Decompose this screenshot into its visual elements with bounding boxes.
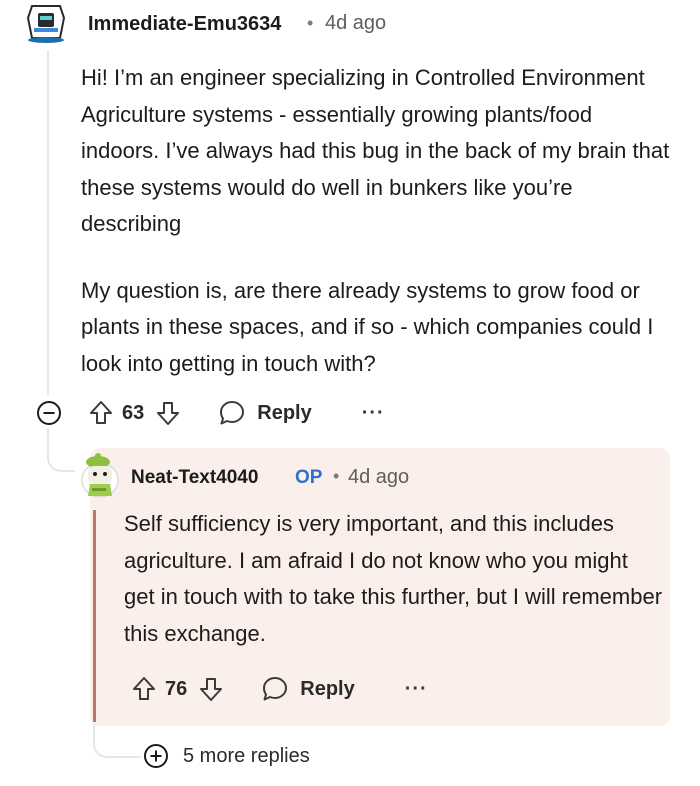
reply-button[interactable]: Reply <box>218 399 312 427</box>
more-options-button[interactable]: ··· <box>362 402 385 425</box>
reply-actions: 76 Reply ··· <box>132 674 428 704</box>
speech-bubble-icon <box>220 401 245 425</box>
reply-author[interactable]: Neat-Text4040 <box>131 467 258 489</box>
comment-body: Hi! I’m an engineer specializing in Cont… <box>81 60 671 412</box>
avatar[interactable] <box>78 452 122 502</box>
reply-label: Reply <box>300 677 355 700</box>
downvote-button[interactable] <box>156 400 180 426</box>
downvote-arrow-icon <box>157 402 180 425</box>
more-replies-button[interactable]: 5 more replies <box>143 741 310 771</box>
vote-count: 76 <box>165 677 188 700</box>
upvote-arrow-icon <box>133 677 155 700</box>
vote-count: 63 <box>122 401 145 424</box>
thread-line-branch-curve <box>47 440 75 472</box>
downvote-button[interactable] <box>199 676 223 702</box>
comment-paragraph: Hi! I’m an engineer specializing in Cont… <box>81 65 670 236</box>
reply-timestamp: 4d ago <box>348 466 410 488</box>
speech-bubble-icon <box>263 677 288 701</box>
upvote-button[interactable] <box>132 676 156 702</box>
op-badge: OP <box>295 467 323 488</box>
plus-circle-icon <box>144 744 168 768</box>
more-options-button[interactable]: ··· <box>405 678 428 701</box>
minus-circle-icon <box>37 401 61 425</box>
upvote-button[interactable] <box>89 400 113 426</box>
downvote-arrow-icon <box>200 678 223 701</box>
thread-line-more-curve <box>93 722 141 758</box>
more-replies-label: 5 more replies <box>183 744 310 767</box>
op-reply-accent-bar <box>93 510 96 722</box>
meta-separator: • <box>307 13 314 33</box>
reply-button[interactable]: Reply <box>261 675 355 703</box>
upvote-arrow-icon <box>90 401 112 424</box>
comment-paragraph: My question is, are there already system… <box>81 277 654 376</box>
comment-timestamp: 4d ago <box>325 12 387 34</box>
thread-line-main <box>47 50 49 395</box>
comment-actions: 63 Reply ··· <box>89 398 385 428</box>
avatar[interactable] <box>24 4 68 44</box>
meta-separator: • <box>333 466 340 486</box>
reply-body: Self sufficiency is very important, and … <box>124 511 663 646</box>
comment-author[interactable]: Immediate-Emu3634 <box>88 13 281 36</box>
collapse-thread-button[interactable] <box>36 400 62 426</box>
reply-label: Reply <box>257 401 312 424</box>
